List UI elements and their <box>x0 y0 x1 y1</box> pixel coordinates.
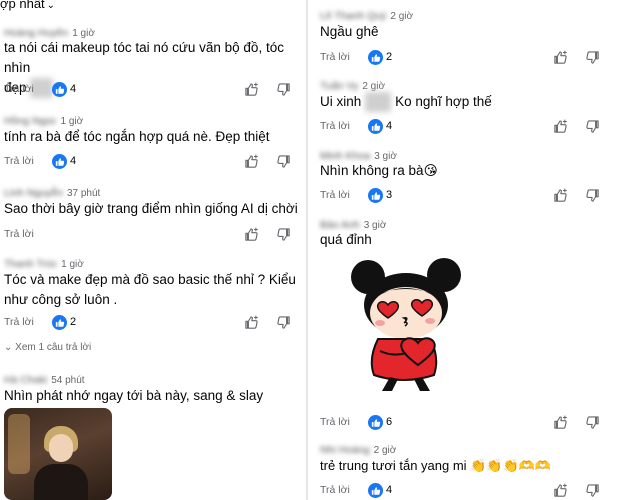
reply-button[interactable]: Trả lời <box>4 316 34 328</box>
like-icon <box>368 119 383 134</box>
comment-text: Ngầu ghê <box>320 24 379 39</box>
view-replies-label: Xem 1 câu trả lời <box>15 342 92 353</box>
add-reaction-icon[interactable] <box>553 50 568 65</box>
commenter-name[interactable]: Lê Thanh Quý <box>320 10 386 22</box>
comment-line: Ko nghĩ hợp thế <box>395 94 492 109</box>
comment-photo[interactable] <box>4 408 112 500</box>
comment-meta: Tuấn Vy 2 giờ <box>320 80 385 92</box>
reply-button[interactable]: Trả lời <box>320 416 350 428</box>
like-icon <box>368 483 383 498</box>
comment-time[interactable]: 37 phút <box>67 188 100 199</box>
comment-text: Tóc và make đẹp mà đồ sao basic thế nhỉ … <box>4 270 296 310</box>
comment-meta: Linh Nguyễn 37 phút <box>4 187 100 199</box>
like-icon <box>52 82 67 97</box>
reply-button[interactable]: Trả lời <box>320 484 350 496</box>
column-divider <box>306 0 308 500</box>
sort-label: ợp nhất <box>0 0 45 11</box>
pucca-sticker <box>351 258 461 391</box>
add-reaction-icon[interactable] <box>244 154 259 169</box>
comment-time[interactable]: 54 phút <box>51 375 84 386</box>
commenter-name[interactable]: Thanh Trúc <box>4 258 57 270</box>
add-reaction-icon[interactable] <box>553 188 568 203</box>
view-replies-link[interactable]: ⌄ Xem 1 câu trả lời <box>4 342 91 353</box>
like-count[interactable]: 6 <box>386 416 392 428</box>
left-comment-column: ợp nhất ⌄ Hoàng Huyền 1 giờ ta nói cái mak… <box>0 0 305 500</box>
comment-time[interactable]: 2 giờ <box>374 445 397 456</box>
comment-text: Sao thời bây giờ trang điểm nhìn giống A… <box>4 201 298 216</box>
reply-button[interactable]: Trả lời <box>320 51 350 63</box>
like-icon <box>52 315 67 330</box>
comment-actions: Trả lời 2 <box>320 48 638 66</box>
chevron-down-icon: ⌄ <box>4 342 13 353</box>
like-icon <box>368 50 383 65</box>
commenter-name[interactable]: Hồng Ngọc <box>4 115 57 127</box>
reply-button[interactable]: Trả lời <box>4 155 34 167</box>
like-count[interactable]: 2 <box>70 316 76 328</box>
thumbs-down-icon[interactable] <box>585 50 600 65</box>
comment-meta: Hồng Ngọc 1 giờ <box>4 115 83 127</box>
commenter-name[interactable]: Linh Nguyễn <box>4 187 63 199</box>
add-reaction-icon[interactable] <box>244 227 259 242</box>
comment-line: ta nói cái makeup tóc tai nó cứu vãn bộ … <box>4 40 284 75</box>
comment-actions: Trả lời 6 <box>320 413 638 431</box>
right-comment-column: Lê Thanh Quý 2 giờ Ngầu ghê Trả lời 2 Tuấ… <box>310 0 638 500</box>
like-count[interactable]: 4 <box>70 155 76 167</box>
comment-line: như công sở luôn . <box>4 292 118 307</box>
sort-dropdown[interactable]: ợp nhất ⌄ <box>0 0 55 11</box>
reply-button[interactable]: Trả lời <box>4 228 34 240</box>
comment-line: Tóc và make đẹp mà đồ sao basic thế nhỉ … <box>4 272 296 287</box>
comment-text: Ui xinh quá. Ko nghĩ hợp thế <box>320 92 492 112</box>
commenter-name[interactable]: Tuấn Vy <box>320 80 358 92</box>
reply-button[interactable]: Trả lời <box>320 120 350 132</box>
like-count[interactable]: 4 <box>70 83 76 95</box>
reply-button[interactable]: Trả lời <box>4 83 34 95</box>
like-count[interactable]: 3 <box>386 189 392 201</box>
commenter-name[interactable]: Hà Chaki <box>4 374 47 386</box>
thumbs-down-icon[interactable] <box>585 483 600 498</box>
comment-meta: Lê Thanh Quý 2 giờ <box>320 10 413 22</box>
comment-actions: Trả lời 4 <box>320 481 638 499</box>
comment-time[interactable]: 1 giờ <box>61 116 84 127</box>
thumbs-down-icon[interactable] <box>276 154 291 169</box>
comment-meta: Nhi Hoàng 2 giờ <box>320 444 396 456</box>
blurred-text: quá. <box>365 92 392 112</box>
add-reaction-icon[interactable] <box>244 315 259 330</box>
comment-actions: Trả lời 3 <box>320 186 638 204</box>
like-icon <box>368 188 383 203</box>
comment-actions: Trả lời <box>4 225 305 243</box>
thumbs-down-icon[interactable] <box>585 188 600 203</box>
comment-line: Ui xinh <box>320 94 362 109</box>
reply-button[interactable]: Trả lời <box>320 189 350 201</box>
add-reaction-icon[interactable] <box>553 415 568 430</box>
thumbs-down-icon[interactable] <box>585 415 600 430</box>
like-count[interactable]: 4 <box>386 120 392 132</box>
comment-actions: Trả lời 2 <box>4 313 305 331</box>
add-reaction-icon[interactable] <box>244 82 259 97</box>
thumbs-down-icon[interactable] <box>276 82 291 97</box>
add-reaction-icon[interactable] <box>553 483 568 498</box>
like-icon <box>368 415 383 430</box>
comment-time[interactable]: 2 giờ <box>390 11 413 22</box>
chevron-down-icon: ⌄ <box>46 0 56 11</box>
comment-meta: Thanh Trúc 1 giờ <box>4 258 84 270</box>
comment-text: Nhìn không ra bà😘 <box>320 163 438 178</box>
thumbs-down-icon[interactable] <box>276 315 291 330</box>
comment-text: tính ra bà để tóc ngắn hợp quá nè. Đẹp t… <box>4 129 270 144</box>
add-reaction-icon[interactable] <box>553 119 568 134</box>
comment-actions: Trả lời 4 <box>320 117 638 135</box>
commenter-name[interactable]: Nhi Hoàng <box>320 444 370 456</box>
like-count[interactable]: 4 <box>386 484 392 496</box>
like-icon <box>52 154 67 169</box>
comment-text: quá đỉnh <box>320 232 372 247</box>
comment-time[interactable]: 1 giờ <box>61 259 84 270</box>
thumbs-down-icon[interactable] <box>585 119 600 134</box>
like-count[interactable]: 2 <box>386 51 392 63</box>
comment-text: trẻ trung tươi tắn yang mi 👏👏👏🫶🫶 <box>320 458 552 473</box>
comment-text: Nhìn phát nhớ ngay tới bà này, sang & sl… <box>4 388 264 403</box>
comment-actions: Trả lời 4 <box>4 80 305 98</box>
comment-actions: Trả lời 4 <box>4 152 305 170</box>
comment-meta: Hà Chaki 54 phút <box>4 374 85 386</box>
comment-time[interactable]: 2 giờ <box>362 81 385 92</box>
thumbs-down-icon[interactable] <box>276 227 291 242</box>
